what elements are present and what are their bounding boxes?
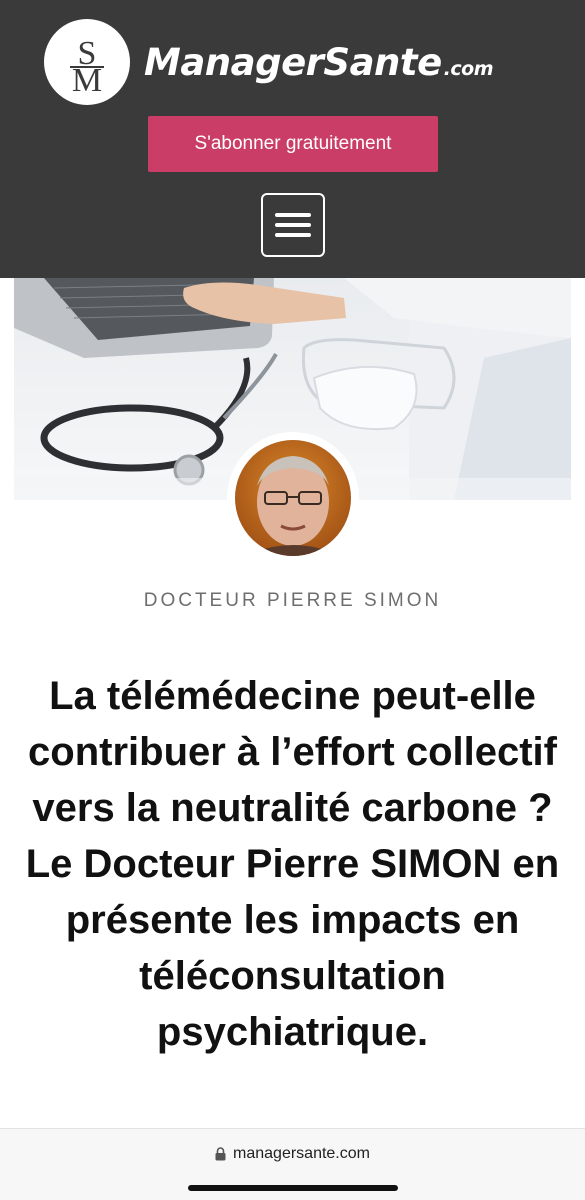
- hamburger-icon: [275, 213, 311, 217]
- hamburger-icon-bar: [275, 233, 311, 237]
- logo-tld: .com: [443, 57, 494, 80]
- author-name[interactable]: DOCTEUR PIERRE SIMON: [0, 590, 585, 612]
- site-header: S M ManagerSante .com S'abonner gratuitem…: [0, 0, 585, 278]
- site-logo[interactable]: S M ManagerSante .com: [44, 18, 494, 106]
- page: S M ManagerSante .com S'abonner gratuitem…: [0, 0, 585, 1200]
- subscribe-button[interactable]: S'abonner gratuitement: [148, 116, 438, 172]
- browser-address-bar[interactable]: managersante.com: [0, 1128, 585, 1200]
- home-indicator[interactable]: [188, 1185, 398, 1191]
- url-text[interactable]: managersante.com: [233, 1145, 370, 1163]
- address-row[interactable]: managersante.com: [0, 1145, 585, 1163]
- menu-button[interactable]: [261, 193, 325, 257]
- hamburger-icon-bar: [275, 223, 311, 227]
- article-title: La télémédecine peut-elle contribuer à l…: [25, 674, 560, 1054]
- logo-text: ManagerSante: [144, 40, 442, 84]
- lock-icon: [215, 1147, 226, 1161]
- author-avatar[interactable]: [227, 432, 359, 564]
- logo-wordmark: ManagerSante .com: [144, 40, 494, 84]
- logo-monogram-icon: S M: [44, 19, 130, 105]
